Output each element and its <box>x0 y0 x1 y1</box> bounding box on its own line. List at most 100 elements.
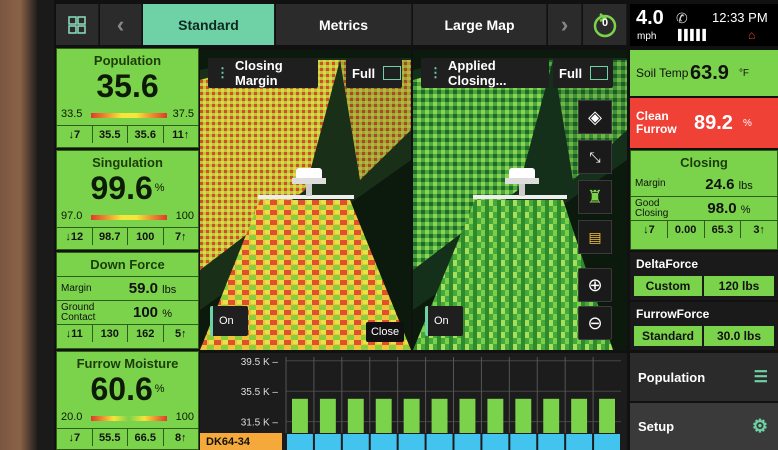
downforce-stats: ↓11 130 162 5↑ <box>57 324 198 342</box>
status-bar: 4.0 mph ✆ ▌▌▌▌▌ 12:33 PM ⌂ <box>630 4 778 46</box>
hybrid-label: DK64-34 <box>200 433 282 450</box>
tab-standard[interactable]: Standard <box>143 4 275 45</box>
row-bar[interactable] <box>487 398 504 433</box>
furrowforce-mode-button[interactable]: Standard <box>634 326 702 346</box>
row-bar[interactable] <box>543 398 560 433</box>
compass-icon: ◈ <box>588 106 602 127</box>
furrow-moisture-title: Furrow Moisture <box>76 356 179 371</box>
split-view-icon <box>590 66 609 80</box>
rotate-counter-button[interactable]: 0 <box>583 4 627 45</box>
row-seed-cell[interactable] <box>594 434 620 450</box>
layer-selector-left[interactable]: ⋮ Closing Margin <box>208 58 318 88</box>
closing-good-row: Good Closing 98.0 % <box>631 196 777 220</box>
furrow-moisture-stats: ↓7 55.5 66.5 8↑ <box>57 428 198 446</box>
soil-temp-unit: °F <box>738 67 750 79</box>
population-stats: ↓7 35.5 35.6 11↑ <box>57 125 198 143</box>
grid-menu-button[interactable] <box>56 4 99 45</box>
expand-button[interactable]: ⤡ <box>578 140 612 174</box>
singulation-range-bar <box>91 215 167 220</box>
compass-button[interactable]: ◈ <box>578 100 612 134</box>
row-bar[interactable] <box>459 398 476 433</box>
furrow-moisture-value: 60.6% <box>90 371 165 407</box>
row-seed-cell[interactable] <box>370 434 397 450</box>
clock-time: 12:33 PM <box>712 10 768 25</box>
closing-margin-row: Margin 24.6 lbs <box>635 175 753 193</box>
signal-icon: ▌▌▌▌▌ <box>678 30 709 41</box>
tab-metrics[interactable]: Metrics <box>276 4 412 45</box>
counter-label: 0 <box>602 17 609 29</box>
population-menu-button[interactable]: Population ☰ <box>630 353 778 401</box>
legend-button[interactable]: ▤ <box>578 220 612 254</box>
row-seed-cell[interactable] <box>566 434 593 450</box>
view-full-left-button[interactable]: Full <box>346 58 402 88</box>
row-bar[interactable] <box>515 398 532 433</box>
population-panel[interactable]: Population 35.6 33.5 37.5 ↓7 35.5 35.6 11↑ <box>56 48 199 148</box>
singulation-range: 97.0 100 <box>61 210 194 222</box>
row-bar[interactable] <box>292 398 308 433</box>
population-range-bar <box>91 113 167 118</box>
row-bar[interactable] <box>431 398 448 433</box>
prev-page-button[interactable]: ‹ <box>100 4 142 45</box>
row-seed-cell[interactable] <box>287 434 313 450</box>
chevron-left-icon: ‹ <box>116 11 125 37</box>
downforce-panel[interactable]: Down Force Margin 59.0 lbs Ground Contac… <box>56 252 199 349</box>
population-title: Population <box>93 53 162 68</box>
deltaforce-title: DeltaForce <box>636 257 699 271</box>
soil-temp-label: Soil Temp <box>636 66 689 80</box>
view-full-right-button[interactable]: Full <box>553 58 613 88</box>
singulation-value: 99.6% <box>90 170 165 206</box>
y-tick-label: 39.5 K – <box>241 357 279 368</box>
deltaforce-panel: DeltaForce Custom 120 lbs <box>630 252 778 300</box>
split-view-icon <box>383 66 402 80</box>
speed-value: 4.0 <box>636 7 664 29</box>
row-seed-cell[interactable] <box>454 434 481 450</box>
drag-handle-icon: ⋮ <box>216 65 229 80</box>
tractor-view-button[interactable]: ♜ <box>578 180 612 214</box>
row-seed-cell[interactable] <box>538 434 565 450</box>
furrowforce-value-button[interactable]: 30.0 lbs <box>704 326 774 346</box>
toggle-on-right[interactable]: On <box>425 306 463 336</box>
row-bar[interactable] <box>571 398 588 433</box>
singulation-stats: ↓12 98.7 100 7↑ <box>57 227 198 245</box>
y-tick-label: 35.5 K – <box>241 387 279 398</box>
row-seed-cell[interactable] <box>398 434 425 450</box>
row-bar[interactable] <box>403 398 420 433</box>
closing-title: Closing <box>680 155 728 170</box>
row-seed-cell[interactable] <box>342 434 369 450</box>
toggle-on-left[interactable]: On <box>210 306 248 336</box>
chevron-right-icon: › <box>560 11 569 37</box>
row-bar[interactable] <box>375 398 392 433</box>
setup-button[interactable]: Setup ⚙ <box>630 403 778 450</box>
y-tick-label: 31.5 K – <box>241 418 279 429</box>
furrow-moisture-panel[interactable]: Furrow Moisture 60.6% 20.0 100 ↓7 55.5 66.… <box>56 351 199 450</box>
tab-large-map[interactable]: Large Map <box>413 4 547 45</box>
closing-panel[interactable]: Closing Margin 24.6 lbs Good Closing 98.… <box>630 150 778 250</box>
row-bar[interactable] <box>599 398 615 433</box>
next-page-button[interactable]: › <box>548 4 582 45</box>
soil-temp-value: 63.9 <box>690 61 729 84</box>
row-bar[interactable] <box>347 398 364 433</box>
row-bar[interactable] <box>319 398 336 433</box>
row-seed-cell[interactable] <box>510 434 537 450</box>
clean-furrow-panel[interactable]: Clean Furrow 89.2 % <box>630 98 778 148</box>
row-seed-cell[interactable] <box>482 434 509 450</box>
row-seed-cell[interactable] <box>426 434 453 450</box>
furrowforce-panel: FurrowForce Standard 30.0 lbs <box>630 302 778 350</box>
alert-icon[interactable]: ⌂ <box>748 28 755 42</box>
drag-handle-icon: ⋮ <box>429 65 442 80</box>
zoom-out-button[interactable]: ⊖ <box>578 306 612 340</box>
singulation-panel[interactable]: Singulation 99.6% 97.0 100 ↓12 98.7 100 7↑ <box>56 150 199 250</box>
clean-furrow-label: Clean Furrow <box>636 109 677 136</box>
row-seed-cell[interactable] <box>314 434 341 450</box>
furrowforce-title: FurrowForce <box>636 307 710 321</box>
close-button[interactable]: Close <box>366 322 404 342</box>
soil-temp-panel[interactable]: Soil Temp 63.9 °F <box>630 50 778 96</box>
downforce-title: Down Force <box>90 257 165 272</box>
zoom-out-icon: ⊖ <box>587 312 603 333</box>
deltaforce-mode-button[interactable]: Custom <box>634 276 702 296</box>
closing-margin-map[interactable]: ⋮ Closing Margin Full On Close <box>200 50 411 350</box>
layer-selector-right[interactable]: ⋮ Applied Closing... <box>421 58 549 88</box>
zoom-in-button[interactable]: ⊕ <box>578 268 612 302</box>
grid-icon <box>68 15 86 34</box>
deltaforce-value-button[interactable]: 120 lbs <box>704 276 774 296</box>
